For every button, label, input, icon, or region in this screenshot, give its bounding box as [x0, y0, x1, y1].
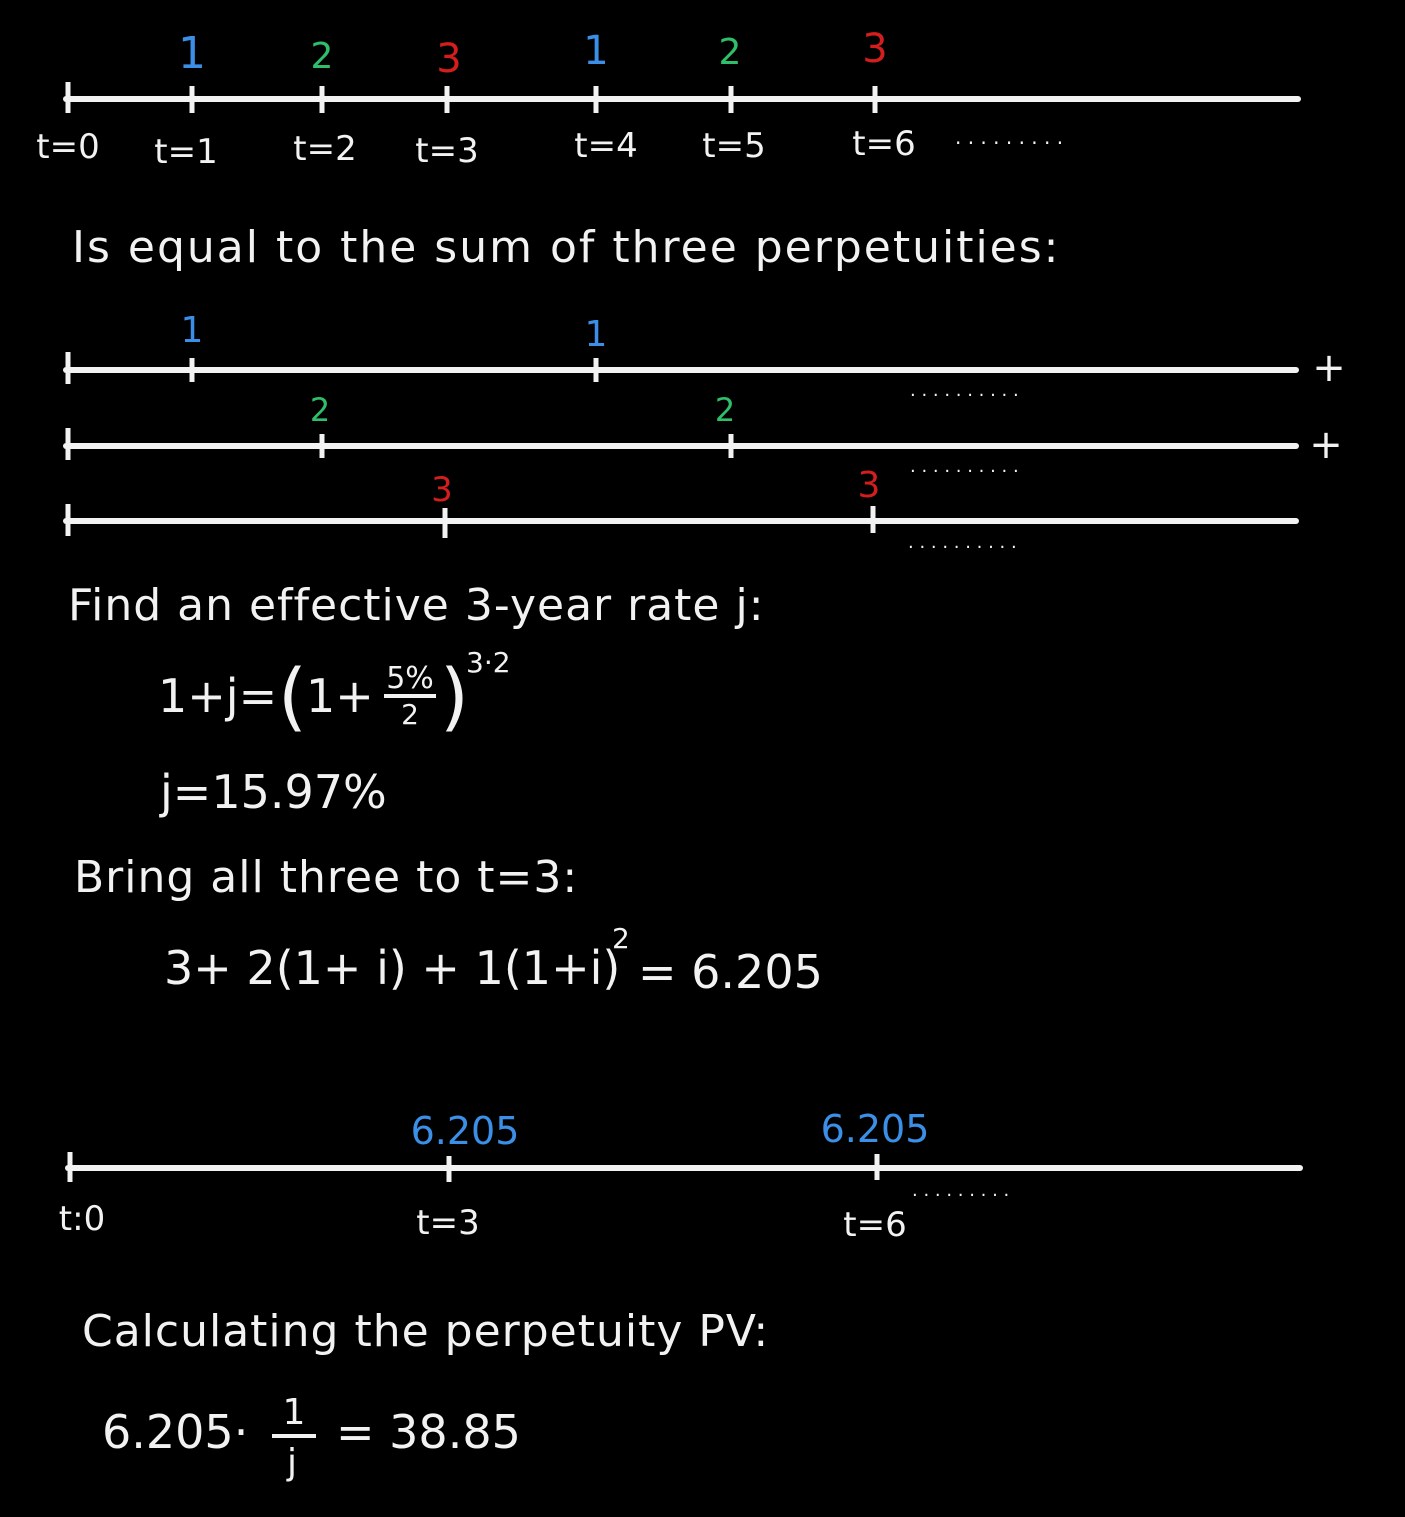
payment-label: 2	[310, 391, 330, 429]
continuation-dots: . . . . . . . . . .	[910, 456, 1019, 477]
timeline-bottom: 6.205 6.205 t:0 t=3 t=6 . . . . . . . . …	[59, 1107, 1303, 1245]
time-label: t=4	[574, 126, 637, 166]
payment-label: 3	[431, 470, 453, 510]
time-label: t=1	[154, 132, 217, 172]
fraction-denominator: 2	[401, 698, 419, 731]
continuation-dots: . . . . . . . . .	[955, 125, 1063, 149]
time-label: t=2	[293, 129, 356, 169]
payment-value: 6.205	[411, 1109, 520, 1153]
equation-accumulated-value: 3+ 2(1+ i) + 1(1+i) 2 = 6.205	[164, 922, 823, 999]
statement-sum-of-perpetuities: Is equal to the sum of three perpetuitie…	[72, 222, 1061, 273]
payment-value: 6.205	[821, 1107, 930, 1151]
equation-one-plus: 1+	[306, 669, 374, 723]
equation-lhs: 1+j=	[158, 669, 277, 723]
continuation-dots: . . . . . . . . .	[912, 1180, 1009, 1201]
time-label: t:0	[59, 1199, 105, 1239]
payment-label: 1	[181, 310, 204, 351]
equation-tail: = 6.205	[638, 945, 823, 999]
statement-bring-to-t3: Bring all three to t=3:	[74, 852, 578, 903]
perpetuity-two: 2 2 + . . . . . . . . . .	[63, 391, 1343, 477]
payment-label: 1	[583, 28, 608, 74]
payment-label: 2	[715, 391, 735, 429]
statement-perpetuity-pv: Calculating the perpetuity PV:	[82, 1306, 769, 1357]
plus-sign: +	[1312, 345, 1346, 391]
time-label: t=6	[852, 124, 915, 164]
whiteboard-canvas: 1 2 3 1 2 3 t=0 t=1 t=2 t=3 t=4 t=5 t=6 …	[36, 26, 1346, 1483]
fraction-numerator: 5%	[386, 661, 434, 696]
payment-label: 1	[585, 314, 608, 355]
payment-label: 1	[178, 28, 206, 79]
payment-label: 3	[858, 465, 881, 506]
equation-main: 3+ 2(1+ i) + 1(1+i)	[164, 941, 620, 995]
continuation-dots: . . . . . . . . . .	[908, 532, 1017, 553]
time-label: t=3	[415, 131, 478, 171]
fraction-numerator: 1	[283, 1392, 306, 1433]
perpetuity-three: 3 3 . . . . . . . . . .	[63, 465, 1299, 553]
time-label: t=5	[702, 126, 765, 166]
payment-label: 3	[862, 26, 887, 72]
payment-label: 2	[311, 36, 334, 77]
paren-close: )	[440, 654, 469, 740]
paren-open: (	[278, 654, 307, 740]
payment-label: 3	[436, 36, 461, 82]
continuation-dots: . . . . . . . . . .	[910, 380, 1019, 401]
equation-effective-rate: 1+j= ( 1+ 5% 2 ) 3·2	[158, 646, 511, 740]
exponent: 3·2	[466, 646, 511, 679]
equation-lhs: 6.205·	[102, 1405, 248, 1459]
equation-result: = 38.85	[336, 1405, 521, 1459]
payment-label: 2	[719, 32, 742, 73]
time-label: t=0	[36, 127, 99, 167]
exponent: 2	[612, 922, 630, 955]
fraction-denominator: j	[286, 1442, 297, 1483]
time-label: t=3	[416, 1203, 479, 1243]
statement-find-rate: Find an effective 3-year rate j:	[68, 580, 765, 631]
perpetuity-one: 1 1 + . . . . . . . . . .	[63, 310, 1346, 401]
timeline-top: 1 2 3 1 2 3 t=0 t=1 t=2 t=3 t=4 t=5 t=6 …	[36, 26, 1301, 172]
equation-present-value: 6.205· 1 j = 38.85	[102, 1392, 521, 1483]
plus-sign: +	[1309, 422, 1343, 468]
equation-rate-result: j=15.97%	[159, 765, 387, 819]
time-label: t=6	[843, 1205, 906, 1245]
